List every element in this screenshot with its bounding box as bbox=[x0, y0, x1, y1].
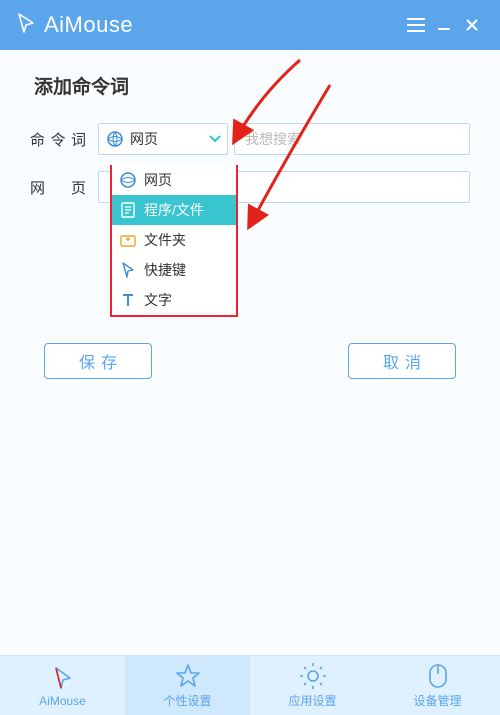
cursor-icon bbox=[14, 11, 38, 40]
menu-button[interactable] bbox=[402, 11, 430, 39]
dropdown-item-text[interactable]: 文字 bbox=[112, 285, 236, 315]
nav-label: 个性设置 bbox=[163, 692, 211, 709]
cmdword-label: 命令词 bbox=[30, 129, 98, 150]
app-logo: AiMouse bbox=[14, 11, 133, 40]
row-webpage: 网 页 bbox=[30, 171, 470, 203]
text-icon bbox=[118, 290, 138, 310]
bottom-nav: AiMouse 个性设置 应用设置 设备管理 bbox=[0, 655, 500, 715]
nav-device-mgmt[interactable]: 设备管理 bbox=[375, 656, 500, 715]
gear-icon bbox=[299, 662, 327, 690]
app-name: AiMouse bbox=[44, 12, 133, 38]
globe-icon bbox=[105, 129, 125, 149]
mouse-icon bbox=[427, 662, 449, 690]
dropdown-item-folder[interactable]: 文件夹 bbox=[112, 225, 236, 255]
dropdown-item-label: 程序/文件 bbox=[144, 200, 204, 220]
dropdown-item-label: 文字 bbox=[144, 290, 172, 310]
nav-personal-settings[interactable]: 个性设置 bbox=[125, 656, 250, 715]
dropdown-item-web[interactable]: 网页 bbox=[112, 165, 236, 195]
chevron-down-icon bbox=[209, 130, 221, 148]
cancel-button[interactable]: 取消 bbox=[348, 343, 456, 379]
webpage-label: 网 页 bbox=[30, 177, 98, 198]
dropdown-item-label: 文件夹 bbox=[144, 230, 186, 250]
nav-label: 设备管理 bbox=[413, 692, 461, 709]
dropdown-item-label: 网页 bbox=[144, 170, 172, 190]
cmdword-input[interactable] bbox=[234, 123, 470, 155]
nav-label: 应用设置 bbox=[288, 692, 336, 709]
dropdown-item-label: 快捷键 bbox=[144, 260, 186, 280]
nav-aimouse[interactable]: AiMouse bbox=[0, 656, 125, 715]
cmdword-selected: 网页 bbox=[130, 129, 209, 149]
cursor-icon bbox=[51, 664, 75, 692]
star-icon bbox=[174, 662, 202, 690]
row-cmdword: 命令词 网页 bbox=[30, 123, 470, 155]
dropdown-item-program[interactable]: 程序/文件 bbox=[112, 195, 236, 225]
close-button[interactable] bbox=[458, 11, 486, 39]
save-button[interactable]: 保存 bbox=[44, 343, 152, 379]
cmdword-dropdown[interactable]: 网页 程序/文件 文件夹 快捷键 文字 bbox=[110, 165, 238, 317]
folder-icon bbox=[118, 230, 138, 250]
minimize-button[interactable] bbox=[430, 11, 458, 39]
content-area: 添加命令词 命令词 网页 网 页 保存 取消 bbox=[0, 50, 500, 655]
button-row: 保存 取消 bbox=[30, 343, 470, 379]
page-title: 添加命令词 bbox=[34, 72, 470, 99]
nav-label: AiMouse bbox=[39, 694, 86, 708]
nav-app-settings[interactable]: 应用设置 bbox=[250, 656, 375, 715]
globe-icon bbox=[118, 170, 138, 190]
cmdword-type-select[interactable]: 网页 bbox=[98, 123, 228, 155]
titlebar: AiMouse bbox=[0, 0, 500, 50]
cursor-icon bbox=[118, 260, 138, 280]
file-icon bbox=[118, 200, 138, 220]
dropdown-item-shortcut[interactable]: 快捷键 bbox=[112, 255, 236, 285]
